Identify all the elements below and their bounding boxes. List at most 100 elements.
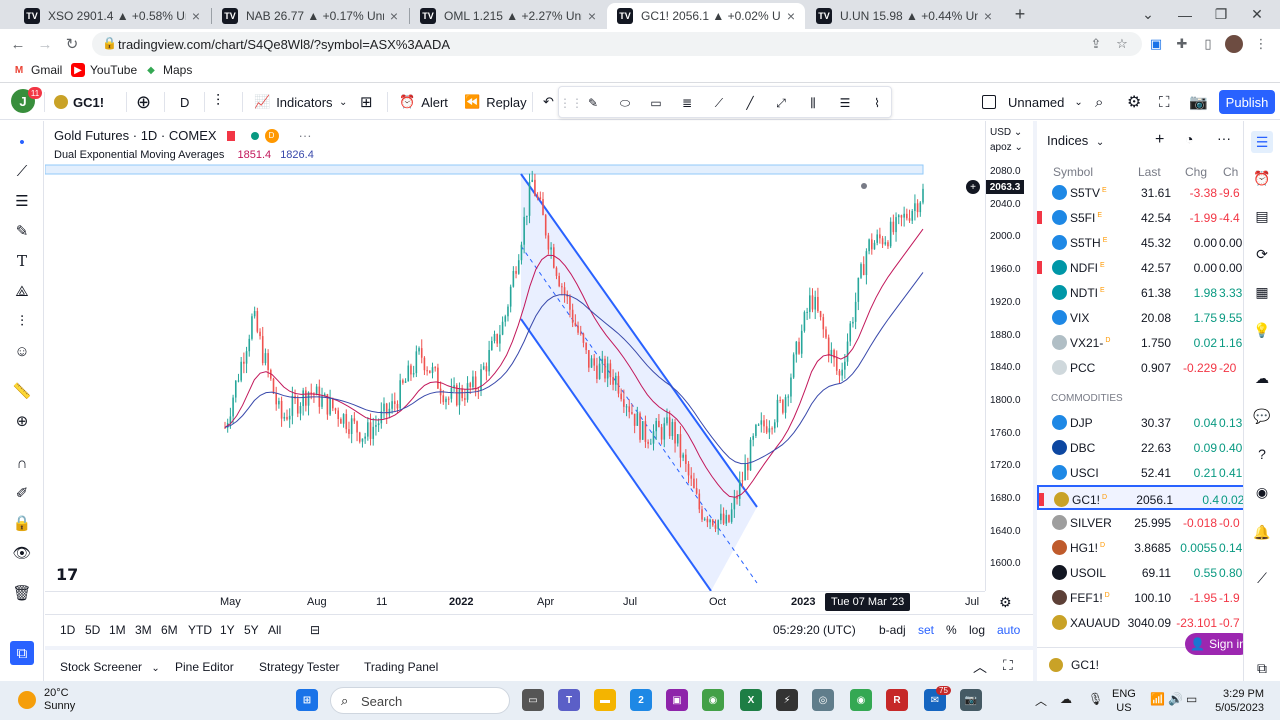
log-scale-toggle[interactable]: log [969,623,985,637]
layout-button[interactable]: Unnamed ⌄ [982,90,1083,114]
onedrive-icon[interactable]: ☁ [1060,692,1072,706]
path-icon[interactable]: ⌇ [867,93,887,113]
back-adjust-toggle[interactable]: b-adj [879,623,906,637]
range-6m[interactable]: 6M [161,623,178,637]
pencil-path-icon[interactable]: ✎ [583,93,603,113]
watchlist-speed-icon[interactable]: ◔ [1185,131,1193,147]
tab-strategy-tester[interactable]: Strategy Tester [259,660,339,674]
close-tab-icon[interactable]: × [192,8,200,24]
col-last[interactable]: Last [1138,165,1161,179]
bars-pattern-icon[interactable]: ⫼ [803,93,823,113]
trend-line-tool-icon[interactable]: ⟋ [10,159,34,183]
time-scale[interactable]: May Aug 11 2022 Apr Jul Oct 2023 Jul Tue 07 Mar … [45,591,1012,613]
calendar-icon[interactable]: ▦ [1251,281,1273,303]
bookmark-maps[interactable]: ◆ Maps [144,63,192,77]
url-field[interactable]: 🔒 tradingview.com/chart/S4Qe8Wl8/?symbol… [92,32,1142,56]
add-alert-plus-icon[interactable]: + [966,180,980,194]
app-icon[interactable]: ◎ [812,689,834,711]
watchlist-row[interactable]: HG1! D 3.8685 0.0055 0.14 [1037,535,1243,560]
col-chg[interactable]: Chg [1185,165,1207,179]
weather-widget[interactable]: 20°C Sunny [18,687,75,713]
share-icon[interactable]: ⇪ [1087,35,1105,53]
watchlist-row[interactable]: GC1! D 2056.1 0.4 0.02 [1037,485,1243,510]
range-1d[interactable]: 1D [60,623,75,637]
browser-tab[interactable]: TV NAB 26.77 ▲ +0.17% Unnamed × [212,3,408,29]
range-all[interactable]: All [268,623,281,637]
emoji-icon[interactable]: ☺ [10,339,34,363]
price-chart[interactable] [45,121,985,591]
add-symbol-icon[interactable]: + [1155,131,1164,149]
utc-clock[interactable]: 05:29:20 (UTC) [773,623,856,637]
fib-retracement-icon[interactable]: ≣ [677,93,697,113]
trend-line-icon[interactable]: ⟋ [709,93,729,113]
lock-drawing-pencil-icon[interactable]: ✐ [10,481,34,505]
watchlist-row[interactable]: NDFI E 42.57 0.00 0.00 [1037,255,1243,280]
crosshair-dot-icon[interactable]: • [10,130,34,154]
close-window-button[interactable]: ✕ [1234,0,1280,29]
zoom-in-icon[interactable]: ⊕ [10,409,34,433]
watchlist-row[interactable]: PCC 0.907 -0.229 -20 [1037,355,1243,380]
watchlist-row[interactable]: NDTI E 61.38 1.98 3.33 [1037,280,1243,305]
percent-scale-toggle[interactable]: % [946,623,957,637]
excel-icon[interactable]: X [740,689,762,711]
indicator-templates-icon[interactable]: ⌄ [339,90,347,114]
fib-tool-icon[interactable]: ☰ [10,189,34,213]
new-tab-button[interactable]: + [1000,0,1040,29]
tray-chevron-icon[interactable]: ︿ [1035,692,1047,709]
flag-marker-icon[interactable] [1037,261,1042,274]
symbol-search-button[interactable]: GC1! [54,90,104,114]
chart-pane[interactable]: Gold Futures · 1D · COMEX D ··· Dual Exp… [45,121,985,591]
app-icon[interactable]: ◉ [702,689,724,711]
app-icon[interactable]: ⚡ [776,689,798,711]
broadcast-icon[interactable]: ◉ [1251,481,1273,503]
snapshot-camera-icon[interactable]: 📷 [1189,90,1208,114]
close-tab-icon[interactable]: × [390,8,398,24]
watchlist-row[interactable]: USOIL 69.11 0.55 0.80 [1037,560,1243,585]
range-3m[interactable]: 3M [135,623,152,637]
watchlist-row[interactable]: S5TV E 31.61 -3.38 -9.6 [1037,180,1243,205]
currency-select[interactable]: USD ⌄ [990,127,1022,138]
close-tab-icon[interactable]: × [588,8,596,24]
mic-icon[interactable]: 🎙 [1088,692,1103,706]
lock-icon[interactable]: 🔒 [10,511,34,535]
profile-avatar[interactable] [1225,35,1243,53]
watchlist-row[interactable]: S5TH E 45.32 0.00 0.00 [1037,230,1243,255]
file-explorer-icon[interactable]: ▬ [594,689,616,711]
indicators-button[interactable]: 📈 Indicators [254,90,333,114]
chat-app-icon[interactable]: 2 [630,689,652,711]
browser-tab-active[interactable]: TV GC1! 2056.1 ▲ +0.02% Unnamed × [607,3,805,29]
ideas-bulb-icon[interactable]: 💡 [1251,319,1273,341]
maximize-panel-icon[interactable]: ⛶ [1003,657,1013,674]
alert-button[interactable]: ⏰ Alert [399,90,448,114]
prediction-tool-icon[interactable]: ⫶ [10,309,34,333]
watchlist-row[interactable]: VX21- D 1.750 0.02 1.16 [1037,330,1243,355]
watchlist-row[interactable]: DJP 30.37 0.04 0.13 [1037,410,1243,435]
object-tree-icon[interactable]: ⧉ [10,641,34,665]
task-view-icon[interactable]: ▭ [522,689,544,711]
extended-line-icon[interactable]: ⤢ [771,93,791,113]
collapse-panel-icon[interactable]: ︿ [973,657,987,677]
eye-icon[interactable]: 👁 [10,541,34,565]
windows-start-icon[interactable]: ⊞ [296,689,318,711]
puzzle-icon[interactable]: ✚ [1173,35,1191,53]
undo-icon[interactable]: ↶ [543,90,554,114]
range-1y[interactable]: 1Y [220,623,235,637]
candle-style-icon[interactable]: ⫶ [216,90,220,114]
browser-tab[interactable]: TV XSO 2901.4 ▲ +0.58% Unnamed × [14,3,210,29]
tab-stock-screener[interactable]: Stock Screener ⌄ [60,660,160,674]
scale-settings-gear-icon[interactable]: ⚙ [999,594,1012,611]
volume-icon[interactable]: 🔊 [1168,692,1183,706]
watchlist-row[interactable]: VIX 20.08 1.75 9.55 [1037,305,1243,330]
settings-gear-icon[interactable]: ⚙ [1127,90,1141,114]
menu-dots-icon[interactable]: ⋮ [1252,35,1270,53]
publish-button[interactable]: Publish [1219,90,1275,114]
fullscreen-icon[interactable]: ⛶ [1159,90,1170,114]
search-icon[interactable]: ⌕ [1095,90,1103,114]
language-indicator[interactable]: ENG US [1112,687,1136,715]
watchlist-row[interactable]: S5FI E 42.54 -1.99 -4.4 [1037,205,1243,230]
ruler-icon[interactable]: 📏 [10,379,34,403]
bookmark-star-icon[interactable]: ☆ [1113,35,1131,53]
goto-date-icon[interactable]: ⊟ [310,623,320,637]
notification-bell-icon[interactable]: 🔔 [1251,521,1273,543]
bookmark-gmail[interactable]: M Gmail [12,63,63,77]
